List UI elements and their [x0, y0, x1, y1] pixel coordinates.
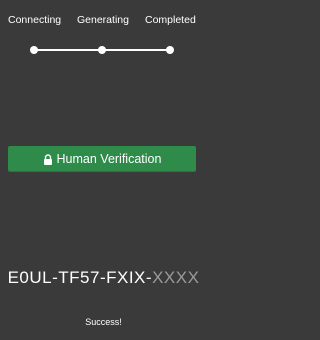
human-verification-button[interactable]: Human Verification	[8, 146, 196, 172]
status-text: Success!	[85, 317, 122, 327]
step-label-completed: Completed	[145, 14, 196, 26]
code-visible-part: E0UL-TF57-FXIX-	[7, 268, 153, 287]
step-dot-connecting	[30, 46, 38, 54]
step-dot-generating	[98, 46, 106, 54]
progress-steps: Connecting Generating Completed	[0, 14, 207, 28]
step-dot-completed	[166, 46, 174, 54]
code-masked-part: XXXX	[152, 268, 200, 287]
verify-button-label: Human Verification	[56, 152, 162, 166]
step-label-connecting: Connecting	[8, 14, 62, 26]
generated-code: E0UL-TF57-FXIX-XXXX	[0, 268, 207, 288]
step-label-generating: Generating	[77, 14, 129, 26]
lock-icon	[43, 153, 52, 165]
